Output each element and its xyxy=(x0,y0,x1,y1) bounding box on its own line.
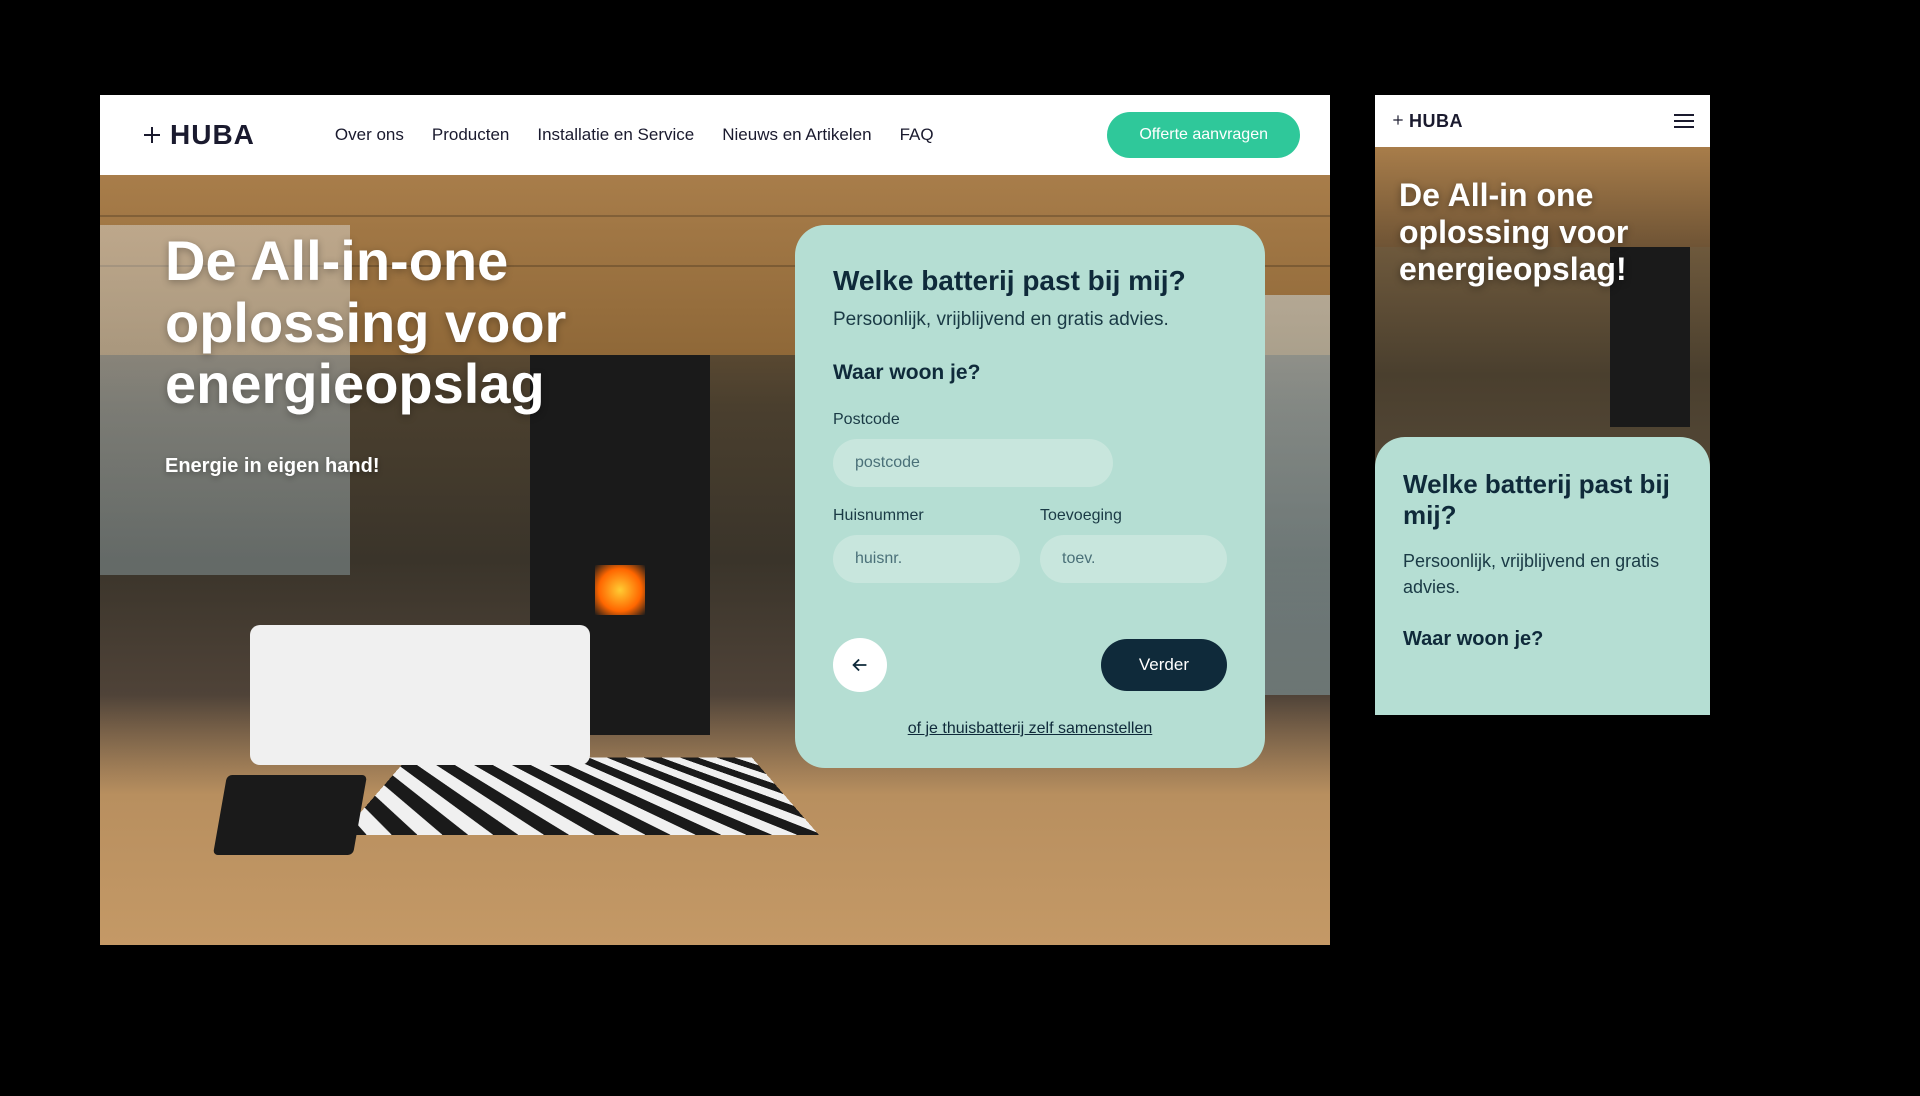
mobile-header: HUBA xyxy=(1375,95,1710,147)
form-title: Welke batterij past bij mij? xyxy=(833,265,1227,297)
mobile-form-title: Welke batterij past bij mij? xyxy=(1403,469,1682,531)
brand-logo[interactable]: HUBA xyxy=(140,119,255,151)
huisnummer-label: Huisnummer xyxy=(833,507,1020,525)
postcode-label: Postcode xyxy=(833,411,1227,429)
nav-installatie[interactable]: Installatie en Service xyxy=(537,125,694,145)
mobile-brand-logo[interactable]: HUBA xyxy=(1391,111,1463,132)
main-nav: Over ons Producten Installatie en Servic… xyxy=(335,125,1087,145)
desktop-header: HUBA Over ons Producten Installatie en S… xyxy=(100,95,1330,175)
compose-yourself-link[interactable]: of je thuisbatterij zelf samenstellen xyxy=(833,720,1227,738)
next-button[interactable]: Verder xyxy=(1101,639,1227,691)
plus-icon xyxy=(140,123,164,147)
toevoeging-label: Toevoeging xyxy=(1040,507,1227,525)
hamburger-menu-icon[interactable] xyxy=(1674,114,1694,128)
back-button[interactable] xyxy=(833,638,887,692)
nav-producten[interactable]: Producten xyxy=(432,125,510,145)
mobile-hero-copy: De All-in one oplossing voor energieopsl… xyxy=(1399,177,1690,287)
brand-name: HUBA xyxy=(170,119,255,151)
nav-faq[interactable]: FAQ xyxy=(900,125,934,145)
nav-nieuws[interactable]: Nieuws en Artikelen xyxy=(722,125,871,145)
field-row-address: Huisnummer Toevoeging xyxy=(833,507,1227,603)
form-question: Waar woon je? xyxy=(833,361,1227,385)
mobile-brand-name: HUBA xyxy=(1409,111,1463,132)
field-group-toevoeging: Toevoeging xyxy=(1040,507,1227,583)
desktop-viewport: HUBA Over ons Producten Installatie en S… xyxy=(100,95,1330,945)
mobile-form-question: Waar woon je? xyxy=(1403,628,1682,651)
form-actions: Verder xyxy=(833,638,1227,692)
mobile-hero-title: De All-in one oplossing voor energieopsl… xyxy=(1399,177,1690,287)
field-group-huisnummer: Huisnummer xyxy=(833,507,1020,583)
quote-request-button[interactable]: Offerte aanvragen xyxy=(1107,112,1300,158)
hero-section: De All-in-one oplossing voor energieopsl… xyxy=(100,175,1330,945)
arrow-left-icon xyxy=(849,654,871,676)
hero-subtitle: Energie in eigen hand! xyxy=(165,455,615,478)
mobile-viewport: HUBA De All-in one oplossing voor energi… xyxy=(1375,95,1710,715)
mobile-hero-section: De All-in one oplossing voor energieopsl… xyxy=(1375,147,1710,715)
mobile-form-subtitle: Persoonlijk, vrijblijvend en gratis advi… xyxy=(1403,549,1682,599)
toevoeging-input[interactable] xyxy=(1040,535,1227,583)
hero-title: De All-in-one oplossing voor energieopsl… xyxy=(165,230,615,415)
nav-over-ons[interactable]: Over ons xyxy=(335,125,404,145)
hero-copy: De All-in-one oplossing voor energieopsl… xyxy=(165,230,615,478)
plus-icon xyxy=(1391,111,1405,132)
lead-form-card: Welke batterij past bij mij? Persoonlijk… xyxy=(795,225,1265,768)
mobile-lead-form-card: Welke batterij past bij mij? Persoonlijk… xyxy=(1375,437,1710,715)
postcode-input[interactable] xyxy=(833,439,1113,487)
form-subtitle: Persoonlijk, vrijblijvend en gratis advi… xyxy=(833,309,1227,331)
field-group-postcode: Postcode xyxy=(833,411,1227,487)
huisnummer-input[interactable] xyxy=(833,535,1020,583)
